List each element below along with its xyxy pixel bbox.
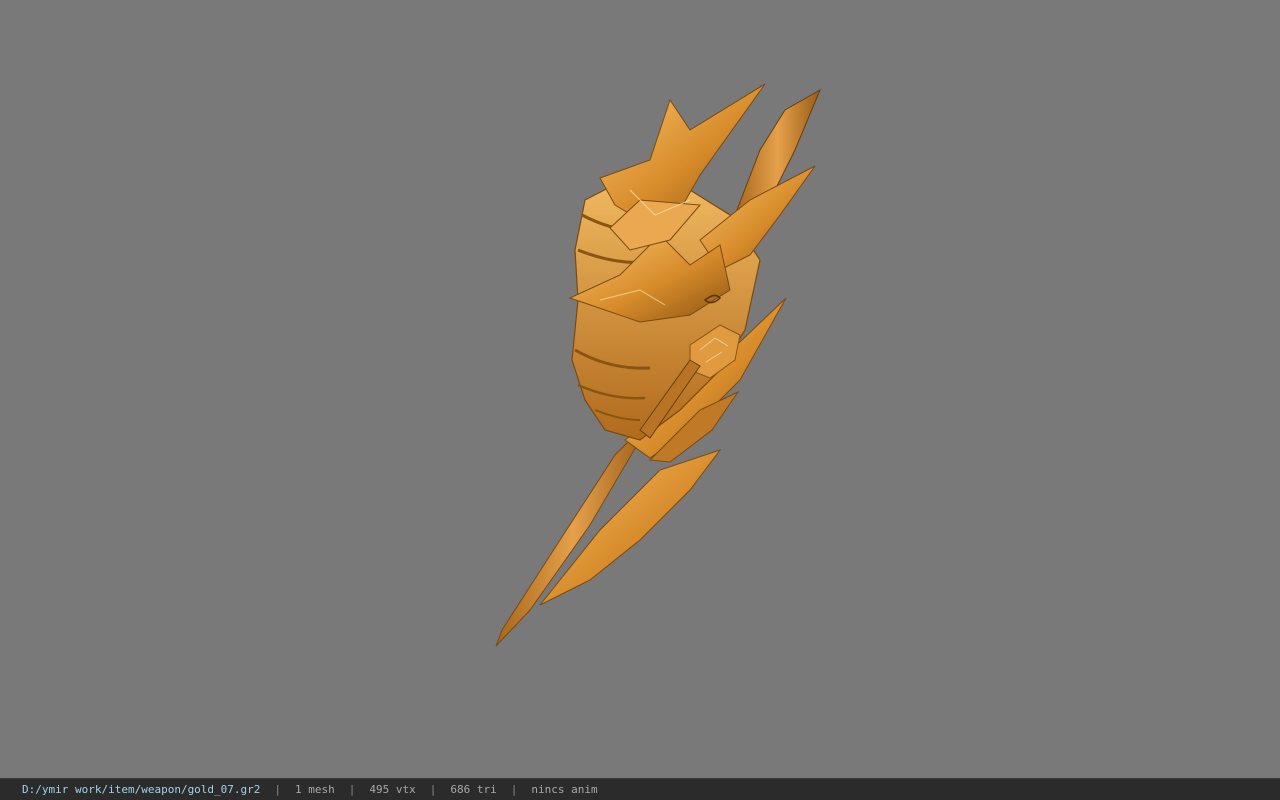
status-bar: D:/ymir work/item/weapon/gold_07.gr2 | 1… [0,778,1280,800]
triangle-count: 686 tri [450,783,497,796]
animation-status: nincs anim [531,783,598,796]
mesh-count: 1 mesh [295,783,335,796]
separator: | [274,783,282,796]
file-path: D:/ymir work/item/weapon/gold_07.gr2 [22,783,261,796]
vertex-count: 495 vtx [369,783,416,796]
weapon-model [495,83,822,647]
separator: | [348,783,356,796]
3d-viewport[interactable] [0,0,1280,778]
separator: | [510,783,518,796]
separator: | [429,783,437,796]
